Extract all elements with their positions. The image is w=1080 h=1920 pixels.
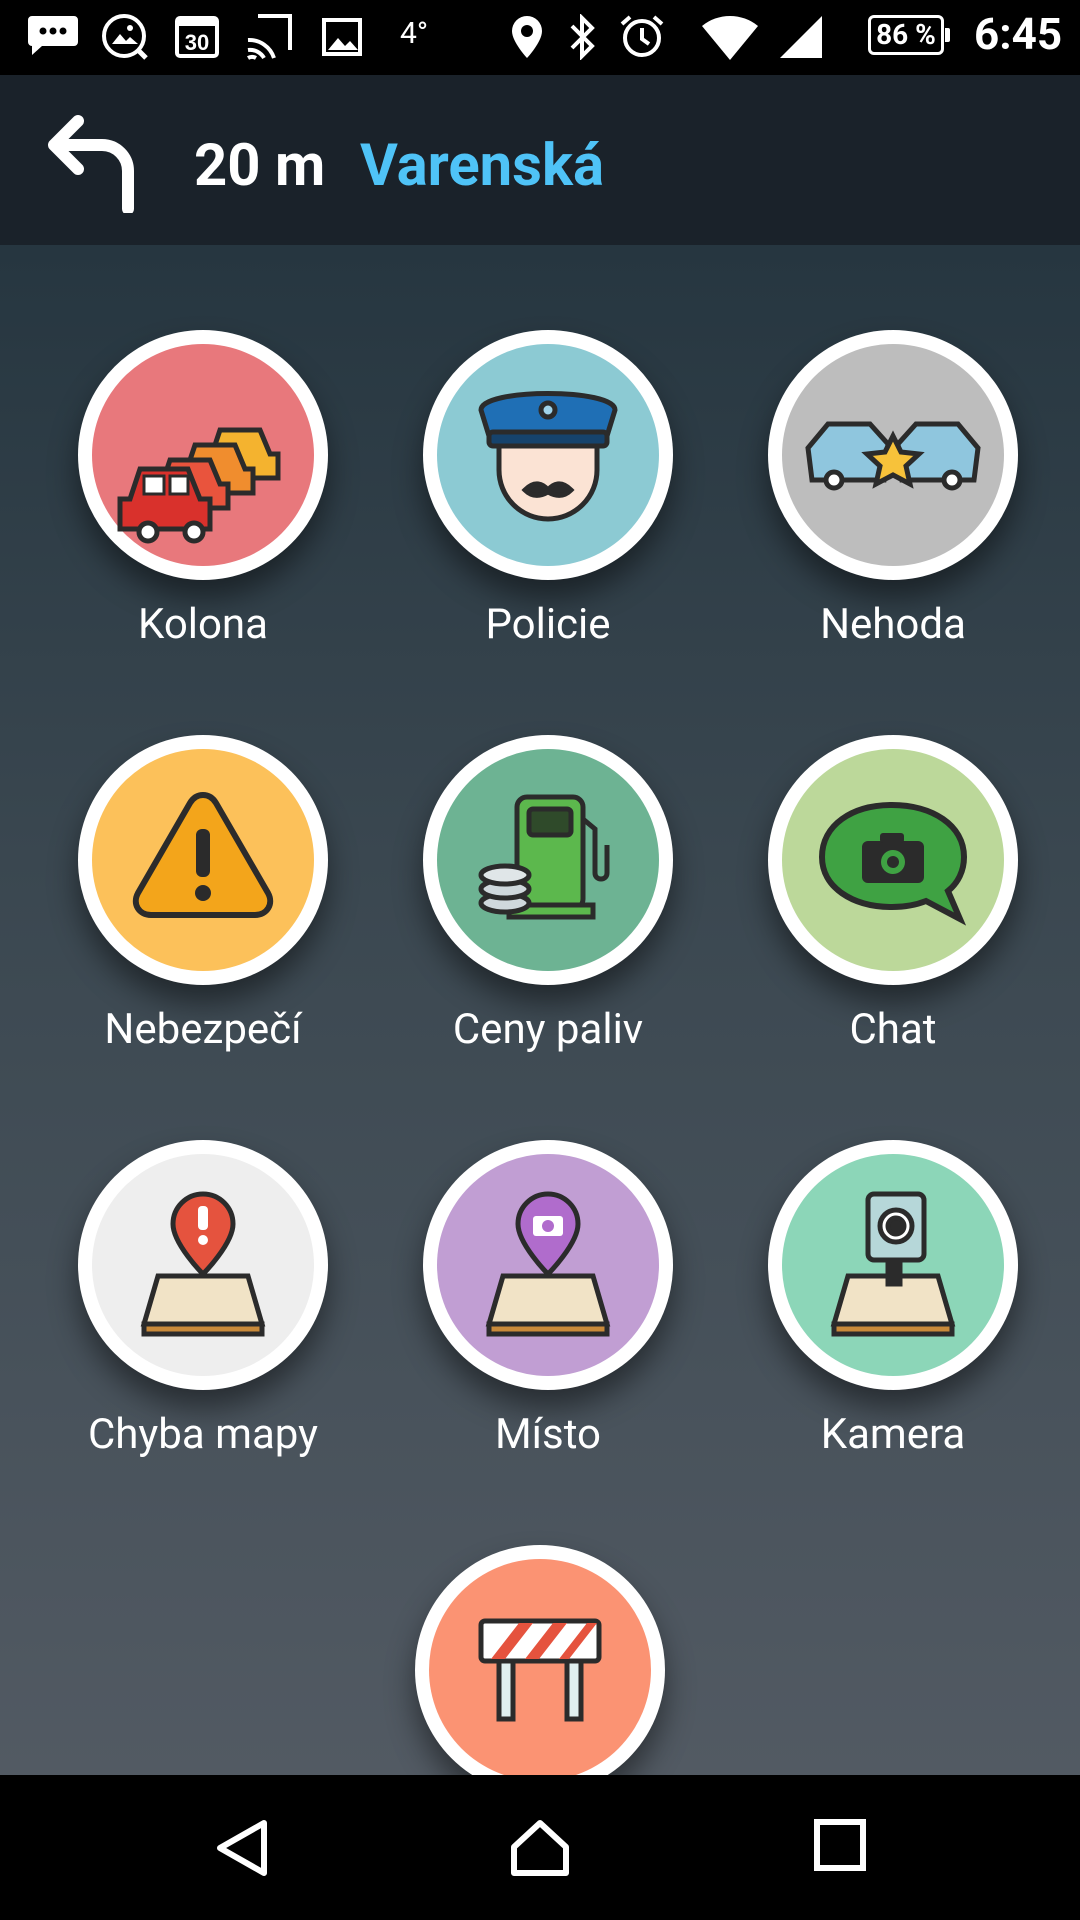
report-misto[interactable]: Místo bbox=[395, 1140, 695, 1520]
back-icon[interactable] bbox=[212, 1817, 272, 1883]
place-icon bbox=[485, 1191, 611, 1337]
report-label: Chyba mapy bbox=[87, 1410, 319, 1459]
status-bar: 30 4° 86 % 6:45 bbox=[0, 0, 1080, 75]
home-icon[interactable] bbox=[508, 1817, 572, 1883]
turn-distance: 20 m bbox=[194, 132, 326, 200]
battery-indicator: 86 % bbox=[868, 15, 950, 55]
location-icon bbox=[510, 14, 544, 64]
wifi-icon bbox=[700, 12, 760, 66]
gallery-notification-icon bbox=[100, 12, 150, 66]
svg-text:30: 30 bbox=[185, 30, 209, 55]
report-label: Kamera bbox=[820, 1410, 966, 1459]
cast-icon bbox=[244, 12, 294, 66]
accident-icon bbox=[805, 421, 981, 491]
report-label: Nehoda bbox=[820, 600, 966, 649]
report-kolona[interactable]: Kolona bbox=[50, 330, 350, 710]
report-label: Policie bbox=[485, 600, 611, 649]
report-policie[interactable]: Policie bbox=[395, 330, 695, 710]
chat-camera-icon bbox=[818, 801, 968, 926]
recents-icon[interactable] bbox=[812, 1817, 868, 1877]
turn-left-icon bbox=[48, 113, 138, 217]
report-menu: Kolona Policie Nehoda Nebezpečí Ceny pal… bbox=[0, 245, 1080, 1775]
traffic-jam-icon bbox=[117, 427, 281, 544]
hazard-icon bbox=[132, 791, 274, 918]
report-nebezpeci[interactable]: Nebezpečí bbox=[50, 735, 350, 1115]
navigation-instruction-bar[interactable]: 20 m Varenská bbox=[0, 75, 1080, 245]
alarm-icon bbox=[618, 12, 666, 64]
report-nehoda[interactable]: Nehoda bbox=[740, 330, 1040, 710]
report-ceny-paliv[interactable]: Ceny paliv bbox=[395, 735, 695, 1115]
message-notification-icon bbox=[26, 14, 80, 62]
calendar-icon: 30 bbox=[174, 12, 220, 64]
street-name: Varenská bbox=[360, 132, 604, 200]
bluetooth-icon bbox=[566, 13, 598, 64]
signal-icon bbox=[778, 12, 824, 64]
report-label: Ceny paliv bbox=[452, 1005, 644, 1054]
report-chat[interactable]: Chat bbox=[740, 735, 1040, 1115]
report-label: Chat bbox=[849, 1005, 937, 1054]
report-label: Kolona bbox=[138, 600, 268, 649]
road-closure-icon bbox=[478, 1618, 602, 1722]
report-chyba-mapy[interactable]: Chyba mapy bbox=[50, 1140, 350, 1520]
report-label: Místo bbox=[494, 1410, 602, 1459]
map-error-icon bbox=[140, 1191, 266, 1337]
image-notification-icon bbox=[322, 18, 362, 60]
police-icon bbox=[478, 391, 618, 522]
temperature-label: 4° bbox=[400, 16, 429, 51]
fuel-price-icon bbox=[478, 794, 610, 920]
report-road-closure[interactable] bbox=[387, 1545, 687, 1775]
report-label: Nebezpečí bbox=[104, 1005, 302, 1054]
speed-camera-icon bbox=[830, 1191, 956, 1337]
report-kamera[interactable]: Kamera bbox=[740, 1140, 1040, 1520]
system-navigation-bar bbox=[0, 1775, 1080, 1920]
clock: 6:45 bbox=[974, 8, 1063, 60]
